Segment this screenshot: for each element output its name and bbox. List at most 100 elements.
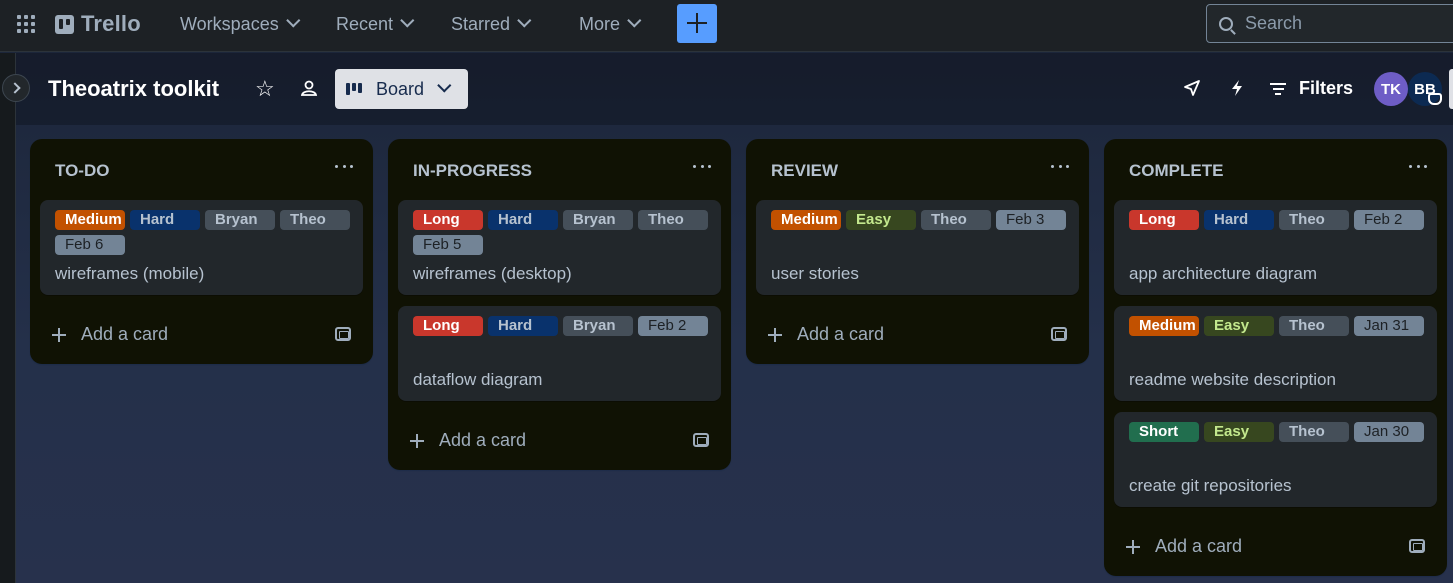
create-from-template-icon[interactable] bbox=[335, 327, 351, 341]
nav-workspaces[interactable]: Workspaces bbox=[180, 12, 301, 36]
member-label[interactable]: Theo bbox=[1279, 422, 1349, 442]
card-label[interactable]: Easy bbox=[846, 210, 916, 230]
list-title[interactable]: TO-DO bbox=[55, 161, 109, 181]
member-label[interactable]: Theo bbox=[638, 210, 708, 230]
card-label[interactable]: Easy bbox=[1204, 316, 1274, 336]
list-title[interactable]: COMPLETE bbox=[1129, 161, 1223, 181]
member-label[interactable]: Theo bbox=[1279, 210, 1349, 230]
list-review[interactable]: REVIEW Medium Easy Theo Feb 3 user stories Add… bbox=[746, 139, 1089, 364]
share-button[interactable] bbox=[1449, 69, 1453, 109]
card-label[interactable]: Short bbox=[1129, 422, 1199, 442]
filters-label: Filters bbox=[1299, 78, 1354, 98]
search-placeholder: Search bbox=[1245, 13, 1303, 33]
card[interactable]: Long Hard Theo Feb 2 app architecture diagra… bbox=[1114, 200, 1437, 295]
card-title: wireframes (mobile) bbox=[55, 264, 205, 283]
nav-starred[interactable]: Starred bbox=[451, 12, 532, 36]
card-label[interactable]: Hard bbox=[1204, 210, 1274, 230]
list-complete[interactable]: COMPLETE Long Hard Theo Feb 2 app architectur… bbox=[1104, 139, 1447, 576]
top-navigation-bar: Trello Workspaces Recent Starred More Se… bbox=[0, 0, 1453, 52]
card[interactable]: Medium Hard Bryan Theo Feb 6 wireframes (mobi… bbox=[40, 200, 363, 295]
filter-icon bbox=[1270, 82, 1286, 95]
list-to-do[interactable]: TO-DO Medium Hard Bryan Theo Feb 6 wireframes … bbox=[30, 139, 373, 364]
card-labels: Medium Easy Theo Jan 31 bbox=[1129, 316, 1429, 336]
member-avatar-tk[interactable]: TK bbox=[1374, 72, 1408, 106]
nav-workspaces-label: Workspaces bbox=[180, 13, 279, 34]
add-card-label: Add a card bbox=[1155, 536, 1243, 556]
member-label[interactable]: Bryan bbox=[563, 210, 633, 230]
nav-more-label: More bbox=[579, 13, 621, 34]
card-label[interactable]: Long bbox=[1129, 210, 1199, 230]
due-date-badge[interactable]: Feb 3 bbox=[996, 210, 1066, 230]
due-date-badge[interactable]: Feb 5 bbox=[413, 235, 483, 255]
card-label[interactable]: Long bbox=[413, 316, 483, 336]
search-input[interactable]: Search bbox=[1206, 4, 1453, 43]
plus-icon bbox=[52, 327, 66, 342]
card-label[interactable]: Long bbox=[413, 210, 483, 230]
due-date-badge[interactable]: Jan 31 bbox=[1354, 316, 1424, 336]
chevron-down-icon bbox=[285, 13, 301, 28]
add-card-button[interactable]: Add a card bbox=[410, 430, 526, 451]
power-ups-icon[interactable] bbox=[1183, 79, 1201, 97]
card-label[interactable]: Easy bbox=[1204, 422, 1274, 442]
board-view-switcher[interactable]: Board bbox=[335, 69, 468, 109]
trello-logo[interactable]: Trello bbox=[55, 11, 141, 36]
create-from-template-icon[interactable] bbox=[693, 433, 709, 447]
card[interactable]: Medium Easy Theo Feb 3 user stories bbox=[756, 200, 1079, 295]
card-label[interactable]: Medium bbox=[1129, 316, 1199, 336]
card[interactable]: Short Easy Theo Jan 30 create git repositori… bbox=[1114, 412, 1437, 507]
create-from-template-icon[interactable] bbox=[1409, 539, 1425, 553]
admin-badge-icon bbox=[1428, 93, 1442, 105]
list-title[interactable]: IN-PROGRESS bbox=[413, 161, 532, 181]
card[interactable]: Long Hard Bryan Feb 2 dataflow diagram bbox=[398, 306, 721, 401]
due-date-badge[interactable]: Jan 30 bbox=[1354, 422, 1424, 442]
list-in-progress[interactable]: IN-PROGRESS Long Hard Bryan Theo Feb 5 wirefra… bbox=[388, 139, 731, 470]
member-label[interactable]: Theo bbox=[280, 210, 350, 230]
card-labels: Medium Hard Bryan Theo Feb 6 bbox=[55, 210, 355, 255]
card-label[interactable]: Hard bbox=[130, 210, 200, 230]
list-actions-icon[interactable] bbox=[335, 161, 353, 171]
list-title[interactable]: REVIEW bbox=[771, 161, 838, 181]
member-label[interactable]: Bryan bbox=[205, 210, 275, 230]
card-labels: Long Hard Bryan Feb 2 bbox=[413, 316, 713, 336]
star-icon[interactable]: ☆ bbox=[255, 78, 275, 100]
nav-more[interactable]: More bbox=[579, 12, 642, 36]
card-title: dataflow diagram bbox=[413, 370, 543, 389]
member-label[interactable]: Bryan bbox=[563, 316, 633, 336]
list-actions-icon[interactable] bbox=[1409, 161, 1427, 171]
create-from-template-icon[interactable] bbox=[1051, 327, 1067, 341]
due-date-badge[interactable]: Feb 2 bbox=[1354, 210, 1424, 230]
due-date-badge[interactable]: Feb 2 bbox=[638, 316, 708, 336]
card-title: readme website description bbox=[1129, 370, 1336, 389]
nav-recent[interactable]: Recent bbox=[336, 12, 415, 36]
expand-sidebar-button[interactable] bbox=[2, 74, 30, 102]
board-title[interactable]: Theoatrix toolkit bbox=[48, 76, 219, 102]
chevron-down-icon bbox=[627, 13, 642, 28]
card[interactable]: Medium Easy Theo Jan 31 readme website descr… bbox=[1114, 306, 1437, 401]
card-title: user stories bbox=[771, 264, 859, 283]
card-labels: Short Easy Theo Jan 30 bbox=[1129, 422, 1429, 442]
card-title: app architecture diagram bbox=[1129, 264, 1318, 283]
filters-button[interactable]: Filters bbox=[1270, 78, 1353, 99]
card[interactable]: Long Hard Bryan Theo Feb 5 wireframes (deskto… bbox=[398, 200, 721, 295]
add-card-button[interactable]: Add a card bbox=[1126, 536, 1242, 557]
card-label[interactable]: Hard bbox=[488, 316, 558, 336]
app-switcher-icon[interactable] bbox=[17, 15, 35, 33]
add-card-button[interactable]: Add a card bbox=[52, 324, 168, 345]
automation-icon[interactable] bbox=[1228, 79, 1246, 97]
member-label[interactable]: Theo bbox=[921, 210, 991, 230]
chevron-down-icon bbox=[437, 78, 452, 93]
card-label[interactable]: Medium bbox=[771, 210, 841, 230]
card-label[interactable]: Medium bbox=[55, 210, 125, 230]
list-actions-icon[interactable] bbox=[693, 161, 711, 171]
member-label[interactable]: Theo bbox=[1279, 316, 1349, 336]
card-labels: Long Hard Bryan Theo Feb 5 bbox=[413, 210, 713, 255]
add-card-button[interactable]: Add a card bbox=[768, 324, 884, 345]
add-card-label: Add a card bbox=[797, 324, 885, 344]
plus-icon bbox=[768, 327, 782, 342]
list-actions-icon[interactable] bbox=[1051, 161, 1069, 171]
card-label[interactable]: Hard bbox=[488, 210, 558, 230]
create-button[interactable] bbox=[677, 4, 717, 43]
due-date-badge[interactable]: Feb 6 bbox=[55, 235, 125, 255]
workspace-visibility-icon[interactable] bbox=[300, 79, 318, 97]
nav-recent-label: Recent bbox=[336, 13, 394, 34]
